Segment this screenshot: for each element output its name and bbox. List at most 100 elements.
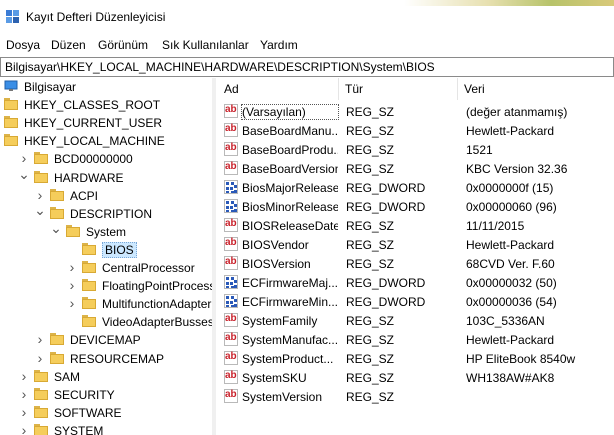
menu-gorunum[interactable]: Görünüm — [98, 38, 148, 52]
value-row[interactable]: ECFirmwareMaj... REG_DWORD 0x00000032 (50) — [218, 273, 614, 292]
value-row[interactable]: BiosMajorRelease REG_DWORD 0x0000000f (15) — [218, 178, 614, 197]
value-row[interactable]: ab (Varsayılan) REG_SZ (değer atanmamış) — [218, 102, 614, 121]
collapsed-chevron-icon[interactable]: › — [18, 369, 30, 383]
tree-item-centralprocessor[interactable]: › CentralProcessor — [0, 259, 212, 277]
menu-yardim[interactable]: Yardım — [260, 38, 298, 52]
tree-item-software[interactable]: › SOFTWARE — [0, 404, 212, 422]
value-row[interactable]: ECFirmwareMin... REG_DWORD 0x00000036 (54) — [218, 292, 614, 311]
collapsed-chevron-icon[interactable]: › — [66, 278, 78, 292]
expanded-chevron-icon[interactable]: ⌄ — [34, 203, 46, 220]
value-type: REG_SZ — [346, 257, 395, 271]
folder-icon — [4, 98, 18, 111]
tree-item-hkey-local-machine[interactable]: HKEY_LOCAL_MACHINE — [0, 132, 212, 150]
value-row[interactable]: ab BaseBoardManu... REG_SZ Hewlett-Packard — [218, 121, 614, 140]
collapsed-chevron-icon[interactable]: › — [66, 296, 78, 310]
tree-item-hardware[interactable]: ⌄ HARDWARE — [0, 167, 212, 187]
column-header-data[interactable]: Veri — [458, 78, 614, 100]
address-path: Bilgisayar\HKEY_LOCAL_MACHINE\HARDWARE\D… — [5, 60, 435, 74]
menu-bar: Dosya Düzen Görünüm Sık Kullanılanlar Ya… — [0, 35, 614, 55]
folder-icon — [34, 170, 48, 183]
tree-item-hkey-current-user[interactable]: HKEY_CURRENT_USER — [0, 114, 212, 132]
value-type: REG_DWORD — [346, 181, 426, 195]
string-value-icon: ab — [224, 142, 238, 156]
value-data: 1521 — [466, 143, 493, 157]
value-type: REG_SZ — [346, 352, 395, 366]
value-data: KBC Version 32.36 — [466, 162, 568, 176]
collapsed-chevron-icon[interactable]: › — [34, 332, 46, 346]
binary-value-icon — [224, 199, 238, 213]
address-bar[interactable]: Bilgisayar\HKEY_LOCAL_MACHINE\HARDWARE\D… — [0, 57, 614, 77]
value-data: Hewlett-Packard — [466, 333, 555, 347]
tree-item-devicemap[interactable]: › DEVICEMAP — [0, 331, 212, 349]
value-name: BiosMinorRelease — [242, 200, 338, 214]
value-row[interactable]: ab SystemVersion REG_SZ — [218, 387, 614, 406]
column-header-type[interactable]: Tür — [339, 78, 458, 100]
tree-item-label: BIOS — [102, 241, 137, 258]
value-row[interactable]: ab SystemManufac... REG_SZ Hewlett-Packard — [218, 330, 614, 349]
key-tree[interactable]: Bilgisayar HKEY_CLASSES_ROOT HKEY_CURRENT_… — [0, 78, 213, 435]
folder-icon — [82, 315, 96, 328]
collapsed-chevron-icon[interactable]: › — [18, 423, 30, 435]
value-row[interactable]: ab SystemProduct... REG_SZ HP EliteBook 854… — [218, 349, 614, 368]
tree-item-multifunctionadapter[interactable]: › MultifunctionAdapter — [0, 295, 212, 313]
tree-item-bios[interactable]: BIOS — [0, 241, 212, 259]
folder-icon — [50, 206, 64, 219]
menu-dosya[interactable]: Dosya — [6, 38, 40, 52]
tree-item-resourcemap[interactable]: › RESOURCEMAP — [0, 350, 212, 368]
binary-value-icon — [224, 180, 238, 194]
pane-splitter[interactable] — [212, 78, 216, 435]
tree-item-bilgisayar[interactable]: Bilgisayar — [0, 78, 212, 96]
menu-sik-kullanilanlar[interactable]: Sık Kullanılanlar — [162, 38, 249, 52]
tree-item-label: HKEY_CURRENT_USER — [24, 116, 163, 131]
collapsed-chevron-icon[interactable]: › — [18, 151, 30, 165]
string-value-icon: ab — [224, 161, 238, 175]
value-name: (Varsayılan) — [241, 104, 339, 120]
tree-item-floatingpointprocessor[interactable]: › FloatingPointProcessor — [0, 277, 212, 295]
tree-item-videoadapterbusses[interactable]: VideoAdapterBusses — [0, 313, 212, 331]
tree-item-acpi[interactable]: › ACPI — [0, 187, 212, 205]
folder-icon — [34, 152, 48, 165]
value-name: SystemVersion — [242, 390, 323, 404]
registry-editor-icon — [6, 10, 19, 23]
value-row[interactable]: ab BIOSVendor REG_SZ Hewlett-Packard — [218, 235, 614, 254]
value-name: BiosMajorRelease — [242, 181, 338, 195]
folder-icon — [82, 242, 96, 255]
tree-item-sam[interactable]: › SAM — [0, 368, 212, 386]
tree-item-security[interactable]: › SECURITY — [0, 386, 212, 404]
value-type: REG_SZ — [346, 219, 395, 233]
menu-duzen[interactable]: Düzen — [51, 38, 86, 52]
value-data: 103C_5336AN — [466, 314, 545, 328]
value-name: BIOSReleaseDate — [242, 219, 338, 233]
value-row[interactable]: ab BIOSVersion REG_SZ 68CVD Ver. F.60 — [218, 254, 614, 273]
collapsed-chevron-icon[interactable]: › — [66, 260, 78, 274]
values-list[interactable]: Ad Tür Veri ab (Varsayılan) REG_SZ (değer a… — [218, 78, 614, 435]
value-data: 0x0000000f (15) — [466, 181, 554, 195]
tree-item-description[interactable]: ⌄ DESCRIPTION — [0, 203, 212, 223]
value-name: BaseBoardManu... — [242, 124, 338, 138]
folder-icon — [82, 297, 96, 310]
collapsed-chevron-icon[interactable]: › — [18, 405, 30, 419]
tree-item-bcd00000000[interactable]: › BCD00000000 — [0, 150, 212, 168]
value-row[interactable]: ab BaseBoardVersion REG_SZ KBC Version 32.3… — [218, 159, 614, 178]
expanded-chevron-icon[interactable]: ⌄ — [50, 221, 62, 238]
value-name: BaseBoardVersion — [242, 162, 338, 176]
collapsed-chevron-icon[interactable]: › — [34, 188, 46, 202]
value-row[interactable]: ab SystemFamily REG_SZ 103C_5336AN — [218, 311, 614, 330]
value-type: REG_SZ — [346, 371, 395, 385]
value-row[interactable]: ab SystemSKU REG_SZ WH138AW#AK8 — [218, 368, 614, 387]
string-value-icon: ab — [224, 104, 238, 118]
value-type: REG_SZ — [346, 105, 395, 119]
tree-item-system[interactable]: ⌄ System — [0, 221, 212, 241]
collapsed-chevron-icon[interactable]: › — [34, 351, 46, 365]
collapsed-chevron-icon[interactable]: › — [18, 387, 30, 401]
expanded-chevron-icon[interactable]: ⌄ — [18, 167, 30, 184]
value-row[interactable]: ab BaseBoardProdu... REG_SZ 1521 — [218, 140, 614, 159]
value-row[interactable]: BiosMinorRelease REG_DWORD 0x00000060 (96) — [218, 197, 614, 216]
value-row[interactable]: ab BIOSReleaseDate REG_SZ 11/11/2015 — [218, 216, 614, 235]
tree-item-system[interactable]: › SYSTEM — [0, 422, 212, 435]
tree-item-hkey-classes-root[interactable]: HKEY_CLASSES_ROOT — [0, 96, 212, 114]
tree-item-label: HKEY_CLASSES_ROOT — [24, 98, 161, 113]
column-header-name[interactable]: Ad — [218, 78, 339, 100]
tree-item-label: VideoAdapterBusses — [102, 315, 213, 330]
tree-item-label: SAM — [54, 369, 81, 384]
